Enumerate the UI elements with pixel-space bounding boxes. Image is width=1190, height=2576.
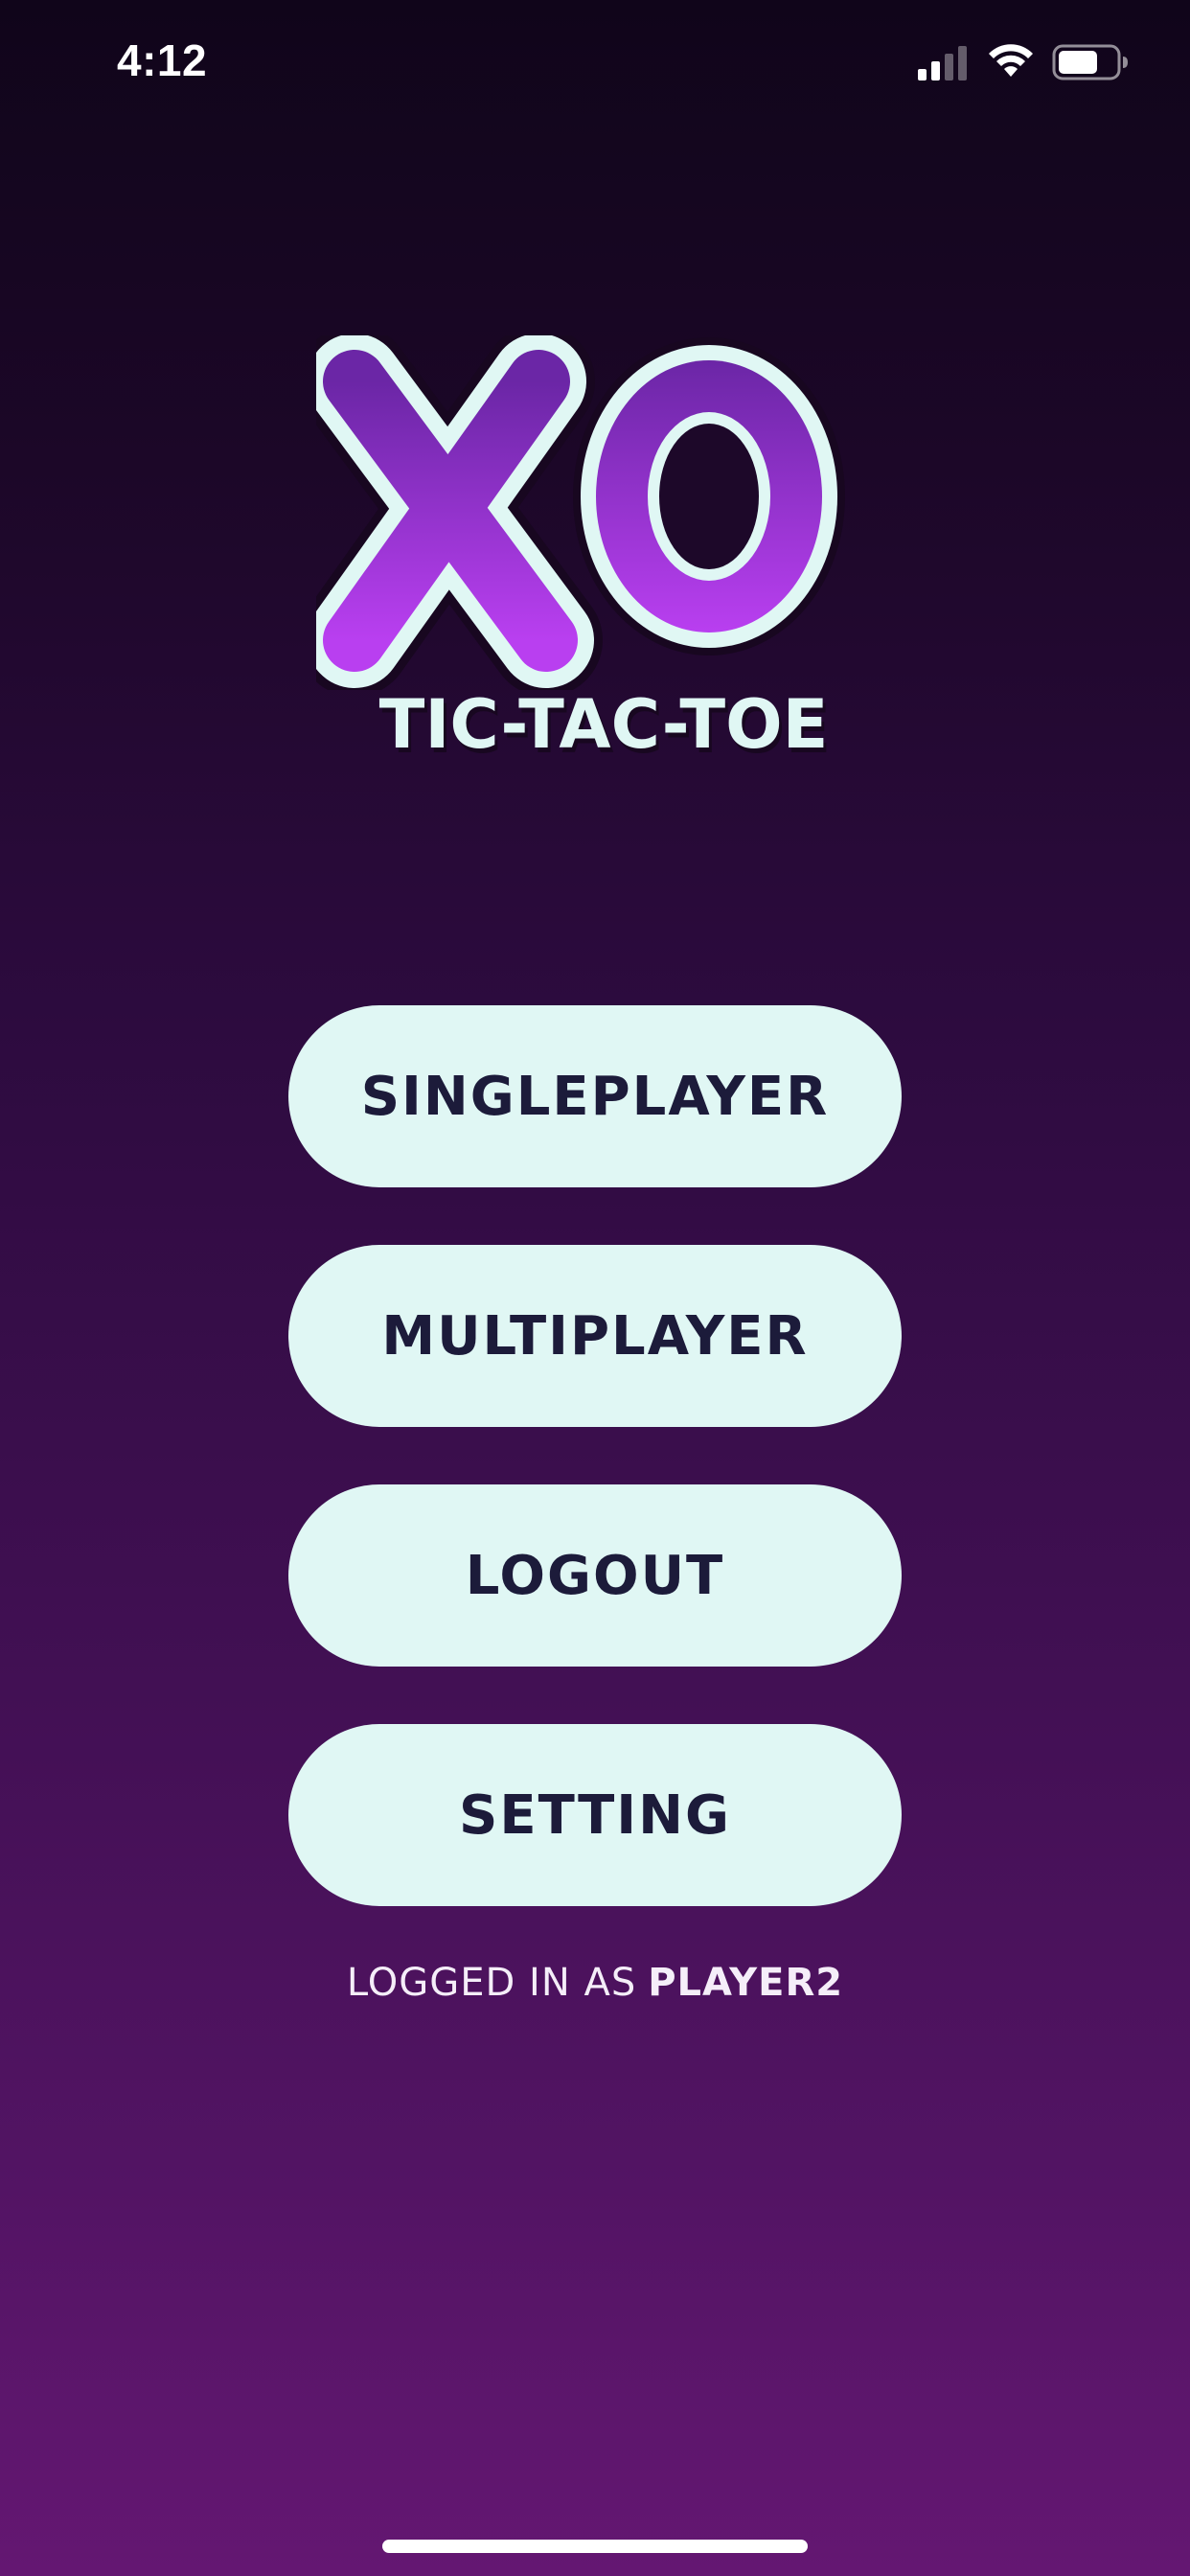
login-status-prefix: LOGGED IN AS bbox=[346, 1961, 637, 2005]
wifi-icon bbox=[989, 44, 1033, 77]
singleplayer-button[interactable]: SINGLEPLAYER bbox=[288, 1005, 902, 1187]
login-username: PLAYER2 bbox=[648, 1961, 844, 2005]
xo-logo-mark bbox=[316, 335, 845, 690]
battery-icon bbox=[1052, 44, 1128, 80]
logo-subtitle-text: TIC-TAC-TOE bbox=[379, 685, 829, 764]
main-menu: SINGLEPLAYER MULTIPLAYER LOGOUT SETTING bbox=[288, 1005, 902, 1964]
setting-button[interactable]: SETTING bbox=[288, 1724, 902, 1906]
status-bar: 4:12 bbox=[0, 0, 1190, 134]
logo-subtitle: TIC-TAC-TOE TIC-TAC-TOE bbox=[379, 685, 832, 769]
cellular-signal-icon bbox=[918, 46, 967, 80]
logout-button[interactable]: LOGOUT bbox=[288, 1484, 902, 1667]
status-time: 4:12 bbox=[117, 35, 208, 85]
home-indicator[interactable] bbox=[382, 2540, 808, 2553]
multiplayer-button[interactable]: MULTIPLAYER bbox=[288, 1245, 902, 1427]
login-status: LOGGED IN AS PLAYER2 bbox=[0, 1961, 1190, 2005]
o-letter-icon bbox=[573, 337, 845, 656]
app-logo: TIC-TAC-TOE TIC-TAC-TOE bbox=[316, 335, 891, 786]
x-letter-icon bbox=[316, 335, 603, 690]
